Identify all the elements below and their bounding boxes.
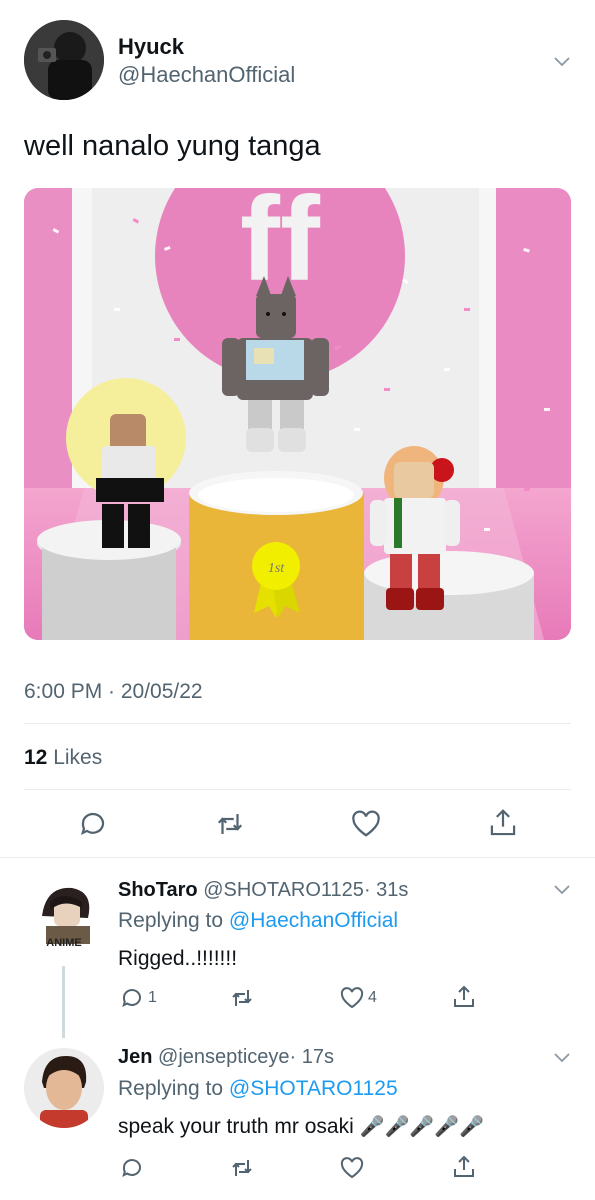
likes-stat[interactable]: 12 Likes bbox=[24, 746, 102, 770]
microphone-emoji-icon: 🎤🎤🎤🎤🎤 bbox=[359, 1116, 485, 1138]
tweet-text: well nanalo yung tanga bbox=[24, 130, 321, 162]
avatar-logo-text: ANIME bbox=[46, 937, 81, 949]
chevron-down-icon[interactable] bbox=[553, 1048, 571, 1066]
divider bbox=[24, 789, 571, 790]
tweet-image[interactable]: ff 1st bbox=[24, 188, 571, 640]
retweet-icon bbox=[232, 1160, 252, 1176]
reply-time: · 17s bbox=[289, 1046, 334, 1068]
reply-count: 1 bbox=[148, 989, 157, 1006]
first-place-badge-text: 1st bbox=[268, 561, 285, 576]
reply-text: Rigged..!!!!!!! bbox=[118, 947, 238, 970]
replying-to-line: Replying to @HaechanOfficial bbox=[118, 909, 398, 933]
reply-button[interactable] bbox=[78, 809, 108, 844]
reply-author-handle[interactable]: @SHOTARO1125 bbox=[203, 879, 364, 901]
share-button[interactable] bbox=[452, 984, 476, 1010]
reply-button[interactable]: 1 bbox=[120, 986, 157, 1010]
reply-header: ShoTaro @SHOTARO1125· 31s bbox=[118, 879, 408, 902]
likes-label: Likes bbox=[53, 746, 103, 769]
reply-author-handle[interactable]: @jensepticeye bbox=[158, 1046, 289, 1068]
share-button[interactable] bbox=[488, 807, 518, 844]
reply-time: · 31s bbox=[363, 879, 409, 901]
reply-icon bbox=[80, 812, 105, 835]
reply-icon bbox=[122, 989, 141, 1007]
replying-to-mention[interactable]: @SHOTARO1125 bbox=[229, 1077, 398, 1100]
reply-header: Jen @jensepticeye· 17s bbox=[118, 1046, 334, 1069]
reply-avatar[interactable]: ANIME bbox=[24, 878, 104, 958]
retweet-button[interactable] bbox=[229, 1156, 255, 1180]
divider bbox=[0, 857, 595, 858]
retweet-icon bbox=[217, 814, 243, 834]
reply-text: speak your truth mr osaki bbox=[118, 1115, 354, 1138]
podium-scene-image: ff 1st bbox=[24, 188, 571, 640]
avatar-photo bbox=[24, 20, 104, 100]
share-icon bbox=[454, 1155, 474, 1177]
reply-icon bbox=[122, 1159, 141, 1177]
tweet-timestamp: 6:00 PM · 20/05/22 bbox=[24, 680, 203, 703]
replying-to-prefix: Replying to bbox=[118, 909, 224, 932]
reply-author-name[interactable]: Jen bbox=[118, 1046, 152, 1068]
share-icon bbox=[490, 809, 516, 836]
heart-icon bbox=[352, 810, 380, 837]
like-button[interactable] bbox=[340, 1157, 364, 1179]
author-handle[interactable]: @HaechanOfficial bbox=[118, 62, 295, 88]
reply-text-line: speak your truth mr osaki 🎤🎤🎤🎤🎤 bbox=[118, 1114, 484, 1139]
like-button[interactable] bbox=[351, 810, 381, 843]
reply-button[interactable] bbox=[120, 1156, 144, 1180]
share-button[interactable] bbox=[452, 1154, 476, 1180]
like-button[interactable]: 4 bbox=[340, 987, 377, 1009]
replying-to-prefix: Replying to bbox=[118, 1077, 224, 1100]
anime-avatar-image: ANIME bbox=[24, 878, 104, 958]
replying-to-line: Replying to @SHOTARO1125 bbox=[118, 1077, 398, 1101]
author-avatar[interactable] bbox=[24, 20, 104, 100]
heart-icon bbox=[340, 1157, 364, 1179]
chevron-down-icon[interactable] bbox=[553, 880, 571, 898]
reply-author-name[interactable]: ShoTaro bbox=[118, 879, 198, 901]
heart-icon bbox=[340, 987, 364, 1009]
thread-connector-line bbox=[62, 966, 65, 1038]
likes-count: 12 bbox=[24, 746, 48, 769]
author-name[interactable]: Hyuck bbox=[118, 34, 184, 60]
ff-logo-text: ff bbox=[240, 188, 321, 306]
chevron-down-icon[interactable] bbox=[553, 52, 571, 70]
divider bbox=[24, 723, 571, 724]
share-icon bbox=[454, 985, 474, 1007]
jen-avatar-image bbox=[24, 1048, 104, 1128]
replying-to-mention[interactable]: @HaechanOfficial bbox=[229, 909, 398, 932]
retweet-button[interactable] bbox=[229, 986, 255, 1010]
retweet-button[interactable] bbox=[214, 809, 246, 844]
retweet-icon bbox=[232, 990, 252, 1006]
like-count: 4 bbox=[368, 989, 377, 1006]
reply-avatar[interactable] bbox=[24, 1048, 104, 1128]
